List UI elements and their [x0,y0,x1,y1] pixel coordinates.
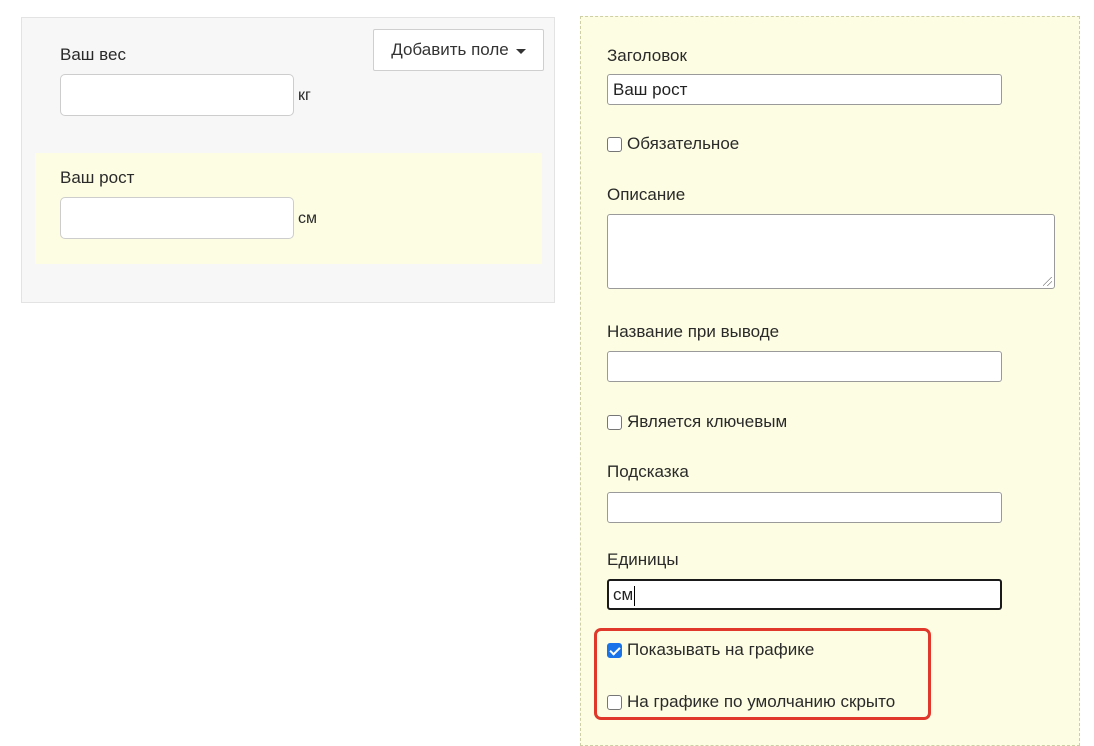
is-key-checkbox-row[interactable]: Является ключевым [607,412,787,432]
hint-input[interactable] [607,492,1002,523]
required-checkbox-row[interactable]: Обязательное [607,134,739,154]
units-value: см [613,585,634,604]
form-preview-panel: Добавить поле Ваш вес кг Ваш рост см [21,17,555,303]
hint-label: Подсказка [607,462,689,481]
units-input[interactable]: см [607,579,1002,610]
required-label: Обязательное [627,134,740,153]
annotation-highlight-box [594,628,931,720]
description-textarea[interactable] [607,214,1055,289]
is-key-label: Является ключевым [627,412,788,431]
output-name-label: Название при выводе [607,322,780,341]
field-label: Ваш вес [60,45,126,64]
description-label: Описание [607,185,686,204]
height-input[interactable] [60,197,294,239]
resize-handle-icon[interactable] [1043,277,1052,286]
title-input[interactable]: Ваш рост [607,74,1002,105]
is-key-checkbox[interactable] [607,414,622,430]
preview-field-weight[interactable]: Ваш вес кг [22,18,542,138]
required-checkbox[interactable] [607,136,622,152]
field-label: Ваш рост [60,168,135,187]
output-name-input[interactable] [607,351,1002,382]
units-label: Единицы [607,550,679,569]
unit-label: см [298,210,317,227]
unit-label: кг [298,87,311,104]
weight-input[interactable] [60,74,294,116]
preview-field-height-selected[interactable]: Ваш рост см [35,153,542,264]
title-label: Заголовок [607,46,687,65]
text-cursor [634,585,636,606]
